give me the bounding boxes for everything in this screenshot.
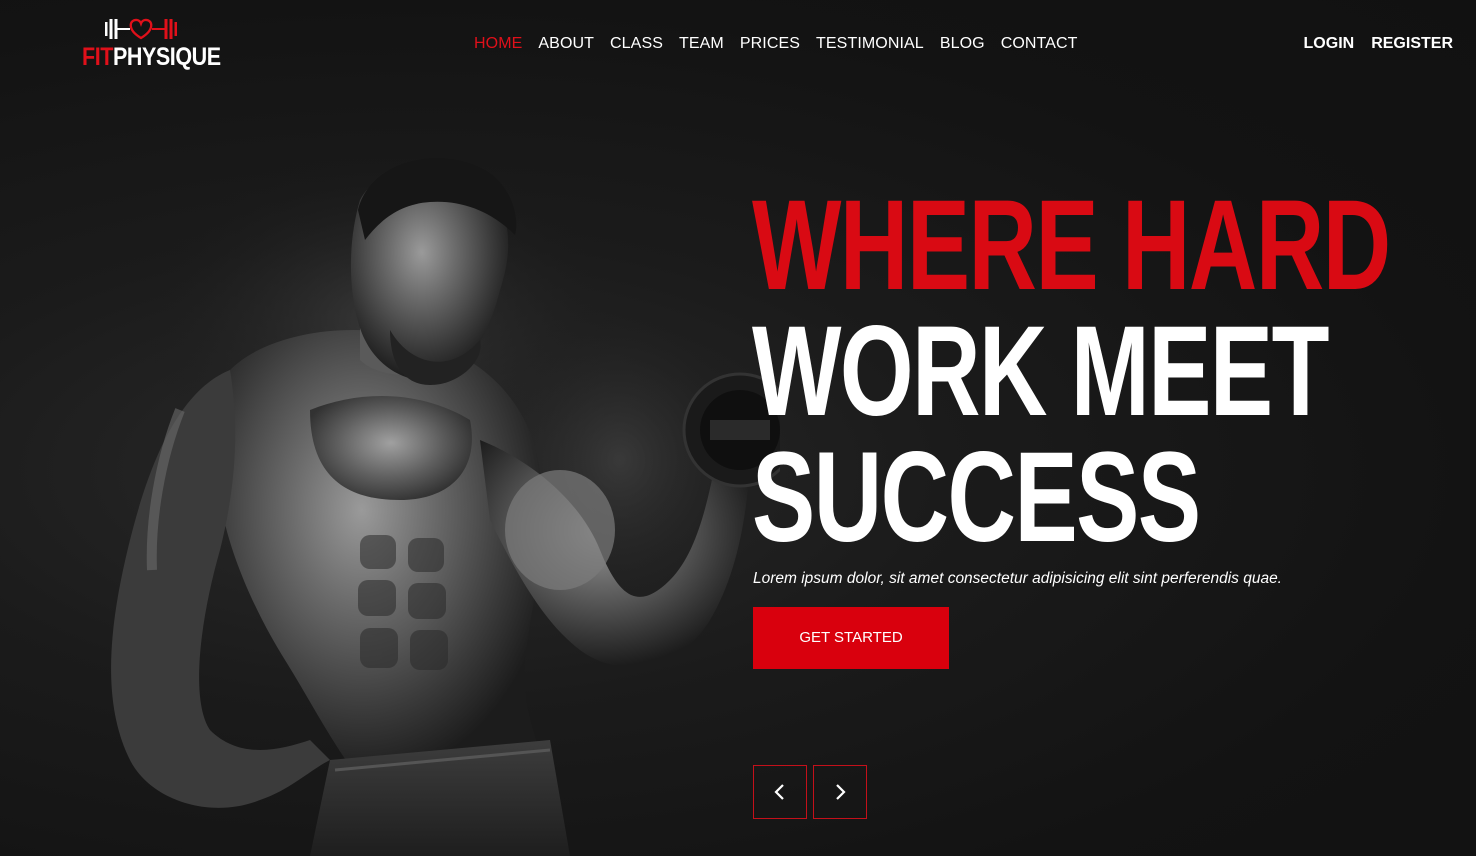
chevron-left-icon	[774, 784, 784, 800]
brand-name-fit: FIT	[82, 43, 113, 71]
nav-item-contact[interactable]: CONTACT	[1001, 34, 1078, 54]
brand-logo[interactable]: FITPHYSIQUE	[82, 16, 221, 76]
get-started-button[interactable]: GET STARTED	[753, 607, 949, 669]
nav-item-about[interactable]: ABOUT	[538, 34, 594, 54]
slider-prev-button[interactable]	[753, 765, 807, 819]
brand-name-physique: PHYSIQUE	[112, 43, 221, 71]
nav-item-prices[interactable]: PRICES	[740, 34, 800, 54]
headline-line-2: WORK MEET	[752, 300, 1329, 443]
main-nav: HOME ABOUT CLASS TEAM PRICES TESTIMONIAL…	[474, 34, 1094, 54]
brand-name: FITPHYSIQUE	[82, 45, 221, 70]
hero-headline: WHERE HARD WORK MEET SUCCESS	[752, 174, 1452, 569]
dumbbell-heart-icon	[105, 18, 177, 40]
auth-links: LOGIN REGISTER	[1287, 34, 1453, 54]
nav-item-blog[interactable]: BLOG	[940, 34, 985, 54]
register-link[interactable]: REGISTER	[1371, 34, 1453, 54]
headline-line-3: SUCCESS	[752, 426, 1201, 569]
hero-subtext: Lorem ipsum dolor, sit amet consectetur …	[753, 570, 1282, 587]
nav-item-class[interactable]: CLASS	[610, 34, 663, 54]
nav-item-testimonial[interactable]: TESTIMONIAL	[816, 34, 924, 54]
slider-next-button[interactable]	[813, 765, 867, 819]
headline-line-1: WHERE HARD	[752, 174, 1391, 317]
bodybuilder-with-dumbbell-photo	[111, 150, 780, 856]
chevron-right-icon	[836, 784, 846, 800]
site-header: FITPHYSIQUE HOME ABOUT CLASS TEAM PRICES…	[0, 0, 1476, 90]
login-link[interactable]: LOGIN	[1304, 34, 1355, 54]
landing-page: FITPHYSIQUE HOME ABOUT CLASS TEAM PRICES…	[0, 0, 1476, 856]
nav-item-home[interactable]: HOME	[474, 34, 522, 54]
nav-item-team[interactable]: TEAM	[679, 34, 724, 54]
